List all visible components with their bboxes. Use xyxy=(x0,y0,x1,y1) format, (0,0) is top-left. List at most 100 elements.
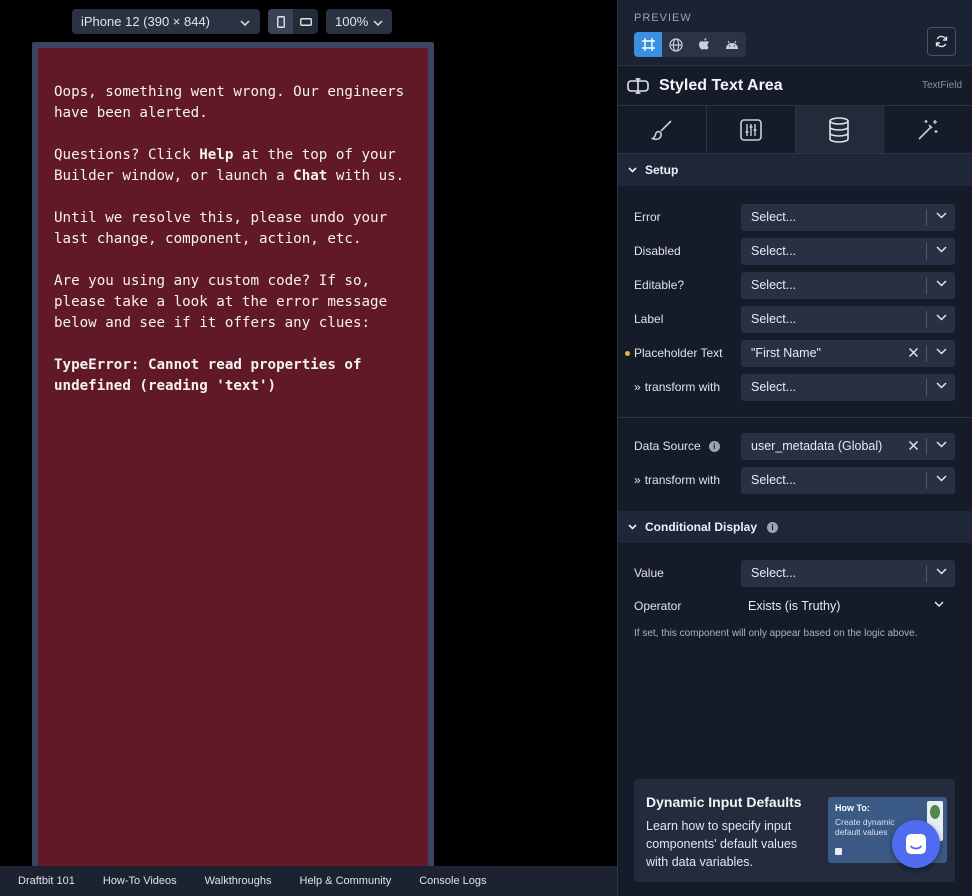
globe-icon xyxy=(669,37,683,52)
properties-panel: PREVIEW Styled Text Area TextField Setup… xyxy=(617,0,972,896)
prop-row-value: Value Select... xyxy=(618,559,972,587)
chevron-down-icon xyxy=(628,524,637,530)
portrait-button[interactable] xyxy=(268,9,293,34)
disabled-select[interactable]: Select... xyxy=(741,237,955,265)
editable-select[interactable]: Select... xyxy=(741,271,955,299)
error-custom-code-line: Are you using any custom code? If so, pl… xyxy=(54,273,388,331)
chevron-down-icon xyxy=(936,211,947,219)
conditional-display-header[interactable]: Conditional Display i xyxy=(618,511,972,543)
label-select[interactable]: Select... xyxy=(741,305,955,333)
preview-platform-toggle xyxy=(634,32,746,57)
bottom-link-draftbit101[interactable]: Draftbit 101 xyxy=(18,875,75,887)
divider xyxy=(926,276,927,294)
chevron-down-icon xyxy=(936,279,947,287)
tab-config[interactable] xyxy=(707,106,796,153)
frame-icon xyxy=(641,38,655,51)
info-icon[interactable]: i xyxy=(767,521,779,533)
select-value: Exists (is Truthy) xyxy=(748,599,841,613)
setup-section-header[interactable]: Setup xyxy=(618,154,972,186)
error-select[interactable]: Select... xyxy=(741,203,955,231)
transform-select[interactable]: Select... xyxy=(741,373,955,401)
chevron-down-icon xyxy=(934,600,944,607)
operator-select[interactable]: Exists (is Truthy) xyxy=(741,593,955,620)
label-text: transform with xyxy=(644,473,721,487)
double-chevron-icon: » xyxy=(634,473,641,487)
chevron-down-icon xyxy=(936,567,947,575)
bottom-link-help[interactable]: Help & Community xyxy=(300,875,392,887)
database-icon xyxy=(829,116,850,143)
device-frame: Oops, something went wrong. Our engineer… xyxy=(32,42,434,872)
chat-launcher-button[interactable] xyxy=(892,820,940,868)
divider xyxy=(926,437,927,455)
placeholder-select[interactable]: "First Name" xyxy=(741,339,955,367)
chevron-down-icon xyxy=(936,245,947,253)
value-select[interactable]: Select... xyxy=(741,559,955,587)
divider xyxy=(926,471,927,489)
zoom-select[interactable]: 100% xyxy=(326,9,392,34)
component-header: Styled Text Area TextField xyxy=(618,66,972,106)
tab-data[interactable] xyxy=(795,106,885,153)
text-segment: with us. xyxy=(327,168,405,184)
select-value: Select... xyxy=(751,566,797,580)
preview-android-button[interactable] xyxy=(718,32,746,57)
select-value: user_metadata (Global) xyxy=(751,439,883,453)
zoom-select-value: 100% xyxy=(335,14,369,29)
magic-wand-icon xyxy=(918,119,938,140)
close-icon[interactable] xyxy=(908,347,919,358)
prop-label: Value xyxy=(634,566,664,580)
error-screen: Oops, something went wrong. Our engineer… xyxy=(38,48,428,872)
preview-header: PREVIEW xyxy=(618,0,972,66)
bottom-link-howto[interactable]: How-To Videos xyxy=(103,875,177,887)
phone-portrait-icon xyxy=(276,15,285,28)
canvas-area: iPhone 12 (390 × 844) 100% Oops, somethi… xyxy=(0,0,617,872)
select-value: Select... xyxy=(751,278,797,292)
transform-select[interactable]: Select... xyxy=(741,466,955,494)
prop-label: Error xyxy=(634,210,661,224)
chevron-down-icon xyxy=(373,14,383,29)
select-value: Select... xyxy=(751,244,797,258)
orientation-toggle xyxy=(268,9,318,34)
info-icon[interactable]: i xyxy=(708,440,720,452)
prop-label: Operator xyxy=(634,599,682,613)
bottom-link-console[interactable]: Console Logs xyxy=(419,875,486,887)
promo-title: Dynamic Input Defaults xyxy=(646,794,802,810)
prop-label: Disabled xyxy=(634,244,681,258)
chevron-down-icon xyxy=(936,347,947,355)
chevron-down-icon xyxy=(936,474,947,482)
text-area-icon xyxy=(627,77,649,94)
divider xyxy=(926,344,927,362)
prop-row-editable: Editable? Select... xyxy=(618,271,972,299)
select-value: Select... xyxy=(751,210,797,224)
select-value: Select... xyxy=(751,312,797,326)
preview-canvas-button[interactable] xyxy=(634,32,662,57)
tab-actions[interactable] xyxy=(884,106,972,153)
chevron-down-icon xyxy=(628,167,637,173)
preview-ios-button[interactable] xyxy=(690,32,718,57)
text-segment: Questions? Click xyxy=(54,147,200,163)
prop-label: » transform with xyxy=(634,473,720,487)
double-chevron-icon: » xyxy=(634,380,641,394)
divider xyxy=(926,310,927,328)
prop-label: » transform with xyxy=(634,380,720,394)
landscape-button[interactable] xyxy=(293,9,318,34)
select-value: Select... xyxy=(751,473,797,487)
bottom-bar: Draftbit 101 How-To Videos Walkthroughs … xyxy=(0,866,617,896)
refresh-button[interactable] xyxy=(927,27,956,56)
bottom-link-walkthroughs[interactable]: Walkthroughs xyxy=(205,875,272,887)
section-title: Conditional Display xyxy=(645,520,758,534)
prop-label: Placeholder Text xyxy=(634,346,723,360)
prop-label: Editable? xyxy=(634,278,685,292)
chat-icon xyxy=(906,834,926,854)
divider xyxy=(618,417,972,418)
device-select[interactable]: iPhone 12 (390 × 844) xyxy=(72,9,260,34)
preview-web-button[interactable] xyxy=(662,32,690,57)
chevron-down-icon xyxy=(936,440,947,448)
tab-style[interactable] xyxy=(618,106,707,153)
section-title: Setup xyxy=(645,163,679,177)
close-icon[interactable] xyxy=(908,440,919,451)
datasource-select[interactable]: user_metadata (Global) xyxy=(741,432,955,460)
sliders-icon xyxy=(739,118,762,141)
prop-row-disabled: Disabled Select... xyxy=(618,237,972,265)
prop-row-label: Label Select... xyxy=(618,305,972,333)
prop-row-error: Error Select... xyxy=(618,203,972,231)
